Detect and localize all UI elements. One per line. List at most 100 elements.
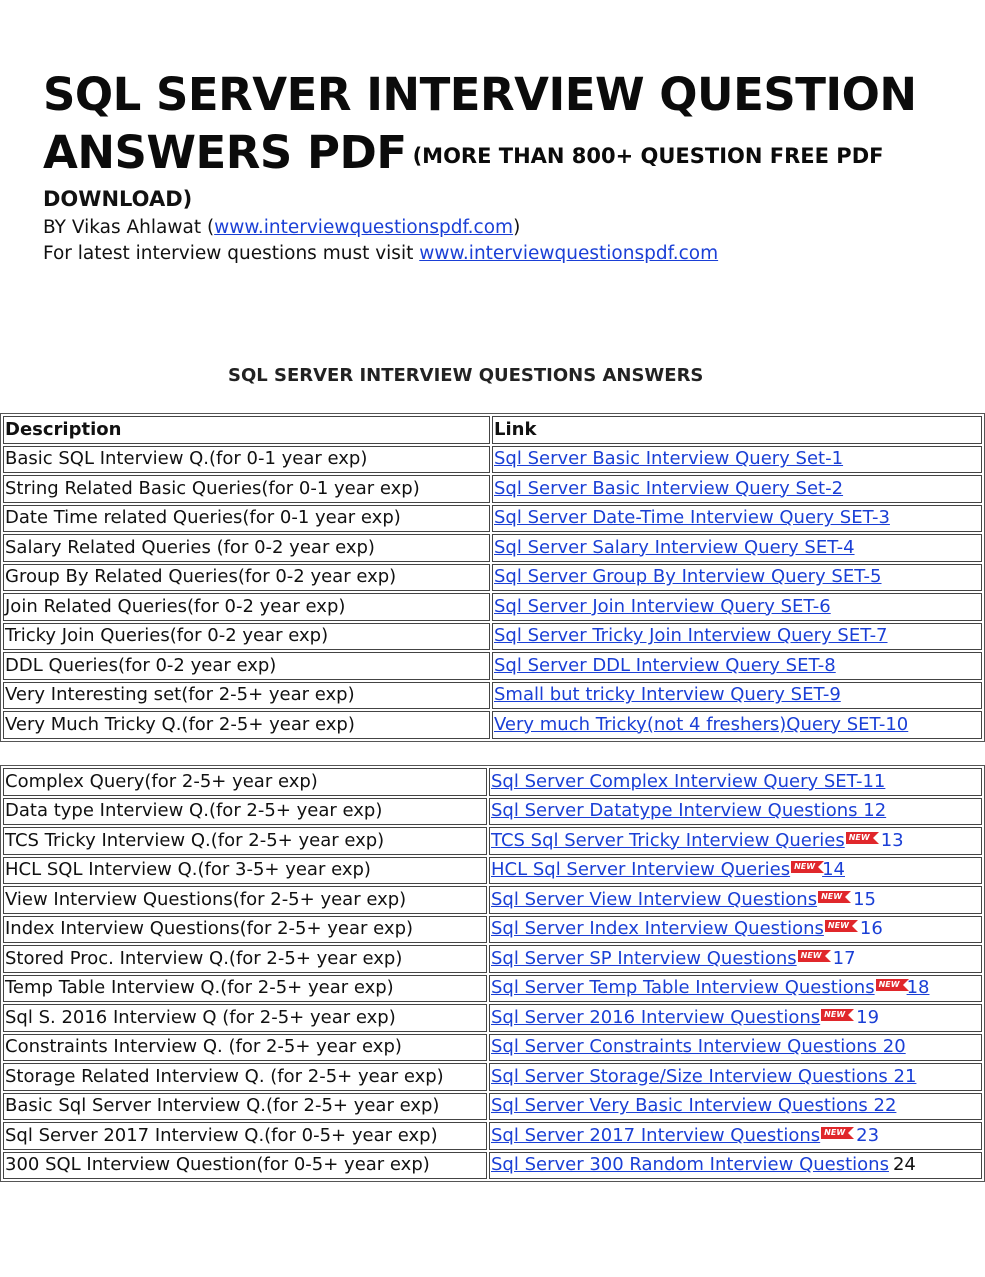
question-set-link[interactable]: Sql Server Basic Interview Query Set-2 bbox=[494, 478, 843, 499]
row-link-cell: Sql Server Index Interview Questions NEW 1… bbox=[489, 915, 982, 943]
row-link-cell: Very much Tricky(not 4 freshers)Query SE… bbox=[492, 711, 982, 739]
set-number: 17 bbox=[832, 947, 856, 969]
visit-website-link[interactable]: www.interviewquestionspdf.com bbox=[419, 243, 718, 264]
row-link-cell: Sql Server Group By Interview Query SET-… bbox=[492, 563, 982, 591]
table-row: Index Interview Questions(for 2-5+ year … bbox=[3, 915, 982, 943]
new-badge-icon: NEW bbox=[821, 1126, 855, 1139]
new-badge-icon: NEW bbox=[797, 949, 831, 962]
row-link-cell: Small but tricky Interview Query SET-9 bbox=[492, 681, 982, 709]
row-description: Constraints Interview Q. (for 2-5+ year … bbox=[3, 1033, 487, 1061]
row-link-cell: Sql Server Date-Time Interview Query SET… bbox=[492, 504, 982, 532]
table-row: Very Interesting set(for 2-5+ year exp) S… bbox=[3, 681, 982, 709]
row-description: Storage Related Interview Q. (for 2-5+ y… bbox=[3, 1063, 487, 1091]
question-set-link[interactable]: Sql Server Group By Interview Query SET-… bbox=[494, 566, 882, 587]
question-set-link[interactable]: Sql Server 2016 Interview Questions bbox=[491, 1007, 820, 1028]
table-row: Date Time related Queries(for 0-1 year e… bbox=[3, 504, 982, 532]
set-number[interactable]: 14 bbox=[822, 859, 845, 880]
table-row: Complex Query(for 2-5+ year exp) Sql Serv… bbox=[3, 768, 982, 796]
question-set-link[interactable]: Sql Server Storage/Size Interview Questi… bbox=[491, 1066, 916, 1087]
table-row: Salary Related Queries (for 0-2 year exp… bbox=[3, 534, 982, 562]
byline-prefix: BY Vikas Ahlawat ( bbox=[43, 217, 215, 238]
question-set-link[interactable]: Sql Server DDL Interview Query SET-8 bbox=[494, 655, 836, 676]
row-description: Data type Interview Q.(for 2-5+ year exp… bbox=[3, 797, 487, 825]
row-description: Tricky Join Queries(for 0-2 year exp) bbox=[3, 622, 490, 650]
table-row: Stored Proc. Interview Q.(for 2-5+ year … bbox=[3, 945, 982, 973]
table-row: DDL Queries(for 0-2 year exp) Sql Server … bbox=[3, 652, 982, 680]
question-set-link[interactable]: Very much Tricky(not 4 freshers)Query SE… bbox=[494, 714, 908, 735]
question-set-link[interactable]: TCS Sql Server Tricky Interview Queries bbox=[491, 830, 845, 851]
question-set-link[interactable]: HCL Sql Server Interview Queries bbox=[491, 859, 790, 880]
page-title-main: ANSWERS PDF bbox=[43, 126, 407, 179]
set-number: 23 bbox=[856, 1124, 880, 1146]
row-link-cell: Sql Server 2016 Interview Questions NEW 19 bbox=[489, 1004, 982, 1032]
question-set-link[interactable]: Sql Server 2017 Interview Questions bbox=[491, 1125, 820, 1146]
table-header-row: Description Link bbox=[3, 416, 982, 444]
table-row: Tricky Join Queries(for 0-2 year exp) Sql… bbox=[3, 622, 982, 650]
table-row: Temp Table Interview Q.(for 2-5+ year ex… bbox=[3, 974, 982, 1002]
question-set-link[interactable]: Sql Server SP Interview Questions bbox=[491, 948, 797, 969]
page-subtitle: (MORE THAN 800+ QUESTION FREE PDF bbox=[412, 144, 884, 168]
set-number: 24 bbox=[892, 1154, 916, 1176]
table-row: Sql Server 2017 Interview Q.(for 0-5+ ye… bbox=[3, 1122, 982, 1150]
byline-suffix: ) bbox=[513, 217, 521, 238]
set-number[interactable]: 18 bbox=[907, 977, 930, 998]
new-badge-icon: NEW bbox=[845, 831, 879, 844]
row-description: TCS Tricky Interview Q.(for 2-5+ year ex… bbox=[3, 827, 487, 855]
table-row: String Related Basic Queries(for 0-1 yea… bbox=[3, 475, 982, 503]
page-title-line-1: SQL SERVER INTERVIEW QUESTION bbox=[43, 68, 917, 121]
row-description: Basic SQL Interview Q.(for 0-1 year exp) bbox=[3, 445, 490, 473]
question-set-link[interactable]: Sql Server Basic Interview Query Set-1 bbox=[494, 448, 843, 469]
row-description: DDL Queries(for 0-2 year exp) bbox=[3, 652, 490, 680]
row-description: Very Much Tricky Q.(for 2-5+ year exp) bbox=[3, 711, 490, 739]
row-link-cell: Sql Server Very Basic Interview Question… bbox=[489, 1092, 982, 1120]
question-set-link[interactable]: Sql Server Salary Interview Query SET-4 bbox=[494, 537, 855, 558]
table-row: Data type Interview Q.(for 2-5+ year exp… bbox=[3, 797, 982, 825]
question-table-1: Description Link Basic SQL Interview Q.(… bbox=[0, 413, 985, 742]
question-set-link[interactable]: Sql Server Join Interview Query SET-6 bbox=[494, 596, 831, 617]
question-set-link[interactable]: Sql Server Index Interview Questions bbox=[491, 918, 824, 939]
table-row: 300 SQL Interview Question(for 0-5+ year… bbox=[3, 1151, 982, 1179]
question-set-link[interactable]: Small but tricky Interview Query SET-9 bbox=[494, 684, 841, 705]
question-set-link[interactable]: Sql Server Temp Table Interview Question… bbox=[491, 977, 875, 998]
row-link-cell: Sql Server Constraints Interview Questio… bbox=[489, 1033, 982, 1061]
table-row: Constraints Interview Q. (for 2-5+ year … bbox=[3, 1033, 982, 1061]
column-header-description: Description bbox=[3, 416, 490, 444]
new-badge-icon: NEW bbox=[818, 890, 852, 903]
row-link-cell: Sql Server Temp Table Interview Question… bbox=[489, 974, 982, 1002]
table-row: Sql S. 2016 Interview Q (for 2-5+ year e… bbox=[3, 1004, 982, 1032]
row-link-cell: Sql Server Storage/Size Interview Questi… bbox=[489, 1063, 982, 1091]
table-row: Very Much Tricky Q.(for 2-5+ year exp) Ve… bbox=[3, 711, 982, 739]
question-set-link[interactable]: Sql Server Tricky Join Interview Query S… bbox=[494, 625, 888, 646]
set-number: 13 bbox=[880, 829, 904, 851]
row-link-cell: TCS Sql Server Tricky Interview Queries N… bbox=[489, 827, 982, 855]
table-row: View Interview Questions(for 2-5+ year e… bbox=[3, 886, 982, 914]
row-link-cell: Sql Server Complex Interview Query SET-1… bbox=[489, 768, 982, 796]
question-set-link[interactable]: Sql Server Constraints Interview Questio… bbox=[491, 1036, 906, 1057]
table-row: Basic SQL Interview Q.(for 0-1 year exp)… bbox=[3, 445, 982, 473]
row-description: Complex Query(for 2-5+ year exp) bbox=[3, 768, 487, 796]
set-number: 19 bbox=[856, 1006, 880, 1028]
row-link-cell: Sql Server Datatype Interview Questions … bbox=[489, 797, 982, 825]
visit-prefix: For latest interview questions must visi… bbox=[43, 243, 420, 264]
row-description: Date Time related Queries(for 0-1 year e… bbox=[3, 504, 490, 532]
row-description: Join Related Queries(for 0-2 year exp) bbox=[3, 593, 490, 621]
row-link-cell: Sql Server SP Interview Questions NEW 17 bbox=[489, 945, 982, 973]
row-description: Basic Sql Server Interview Q.(for 2-5+ y… bbox=[3, 1092, 487, 1120]
author-website-link[interactable]: www.interviewquestionspdf.com bbox=[214, 217, 513, 238]
question-table-2: Complex Query(for 2-5+ year exp) Sql Serv… bbox=[0, 765, 985, 1182]
question-set-link[interactable]: Sql Server Datatype Interview Questions … bbox=[491, 800, 886, 821]
row-link-cell: HCL Sql Server Interview Queries NEW 14 bbox=[489, 856, 982, 884]
row-link-cell: Sql Server Salary Interview Query SET-4 bbox=[492, 534, 982, 562]
set-number: 16 bbox=[859, 918, 883, 940]
question-set-link[interactable]: Sql Server Complex Interview Query SET-1… bbox=[491, 771, 885, 792]
row-description: Group By Related Queries(for 0-2 year ex… bbox=[3, 563, 490, 591]
table-row: Storage Related Interview Q. (for 2-5+ y… bbox=[3, 1063, 982, 1091]
column-header-link: Link bbox=[492, 416, 982, 444]
visit-notice: For latest interview questions must visi… bbox=[43, 241, 973, 267]
question-set-link[interactable]: Sql Server View Interview Questions bbox=[491, 889, 817, 910]
question-set-link[interactable]: Sql Server Date-Time Interview Query SET… bbox=[494, 507, 890, 528]
question-set-link[interactable]: Sql Server 300 Random Interview Question… bbox=[491, 1154, 889, 1175]
row-description: 300 SQL Interview Question(for 0-5+ year… bbox=[3, 1151, 487, 1179]
row-description: Salary Related Queries (for 0-2 year exp… bbox=[3, 534, 490, 562]
question-set-link[interactable]: Sql Server Very Basic Interview Question… bbox=[491, 1095, 896, 1116]
